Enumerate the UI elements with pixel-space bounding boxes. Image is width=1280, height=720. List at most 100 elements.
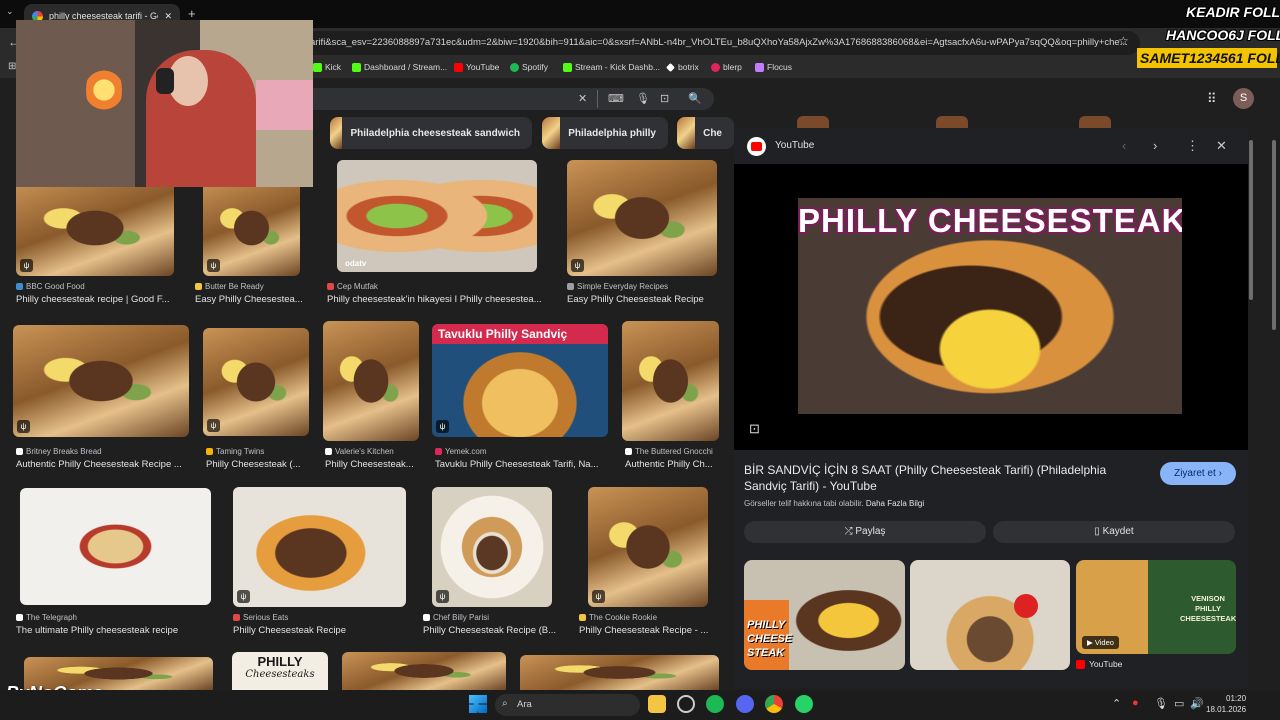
share-button[interactable]: ⤮ Paylaş [744, 521, 986, 543]
result-title[interactable]: Philly Cheesesteak Recipe - ... [579, 625, 714, 636]
result-image[interactable] [520, 655, 719, 690]
spotify-icon [510, 62, 519, 72]
result-image[interactable] [622, 321, 719, 441]
account-avatar[interactable]: S [1233, 88, 1254, 109]
result-image[interactable]: ψ [203, 180, 300, 276]
keyboard-icon[interactable]: ⌨ [608, 92, 624, 105]
panel-title[interactable]: BİR SANDVİÇ İÇİN 8 SAAT (Philly Cheesest… [744, 462, 1144, 494]
chip-che[interactable]: Che [677, 117, 734, 149]
panel-source[interactable]: YouTube [775, 140, 814, 151]
result-image[interactable]: ψ [16, 180, 174, 276]
result-image[interactable]: ψ [13, 325, 189, 437]
close-panel-icon[interactable]: ✕ [1216, 138, 1227, 154]
follow-alert-3: SAMET1234561 FOLLOW [1140, 50, 1280, 66]
site-favicon-icon [625, 448, 632, 455]
search-icon[interactable]: 🔍 [688, 92, 702, 105]
philly-sign-text: PHILLY [257, 654, 303, 669]
site-favicon-icon [16, 448, 23, 455]
bookmark-stream-kick[interactable]: Stream - Kick Dashb... [563, 62, 660, 72]
bookmark-flocus[interactable]: Flocus [755, 62, 792, 72]
bookmark-botrix[interactable]: botrix [666, 62, 699, 72]
flocus-icon [755, 62, 764, 72]
result-title[interactable]: Tavuklu Philly Cheesesteak Tarifi, Na... [435, 459, 605, 470]
new-tab-button[interactable]: + [188, 6, 196, 21]
venison-text: VENISON PHILLY CHEESESTEAK [1180, 594, 1236, 623]
result-title[interactable]: Authentic Philly Cheesesteak Recipe ... [16, 459, 188, 470]
discord-icon[interactable] [736, 695, 754, 713]
tray-app-icon[interactable]: ● [1132, 697, 1139, 709]
microphone-icon[interactable]: 🎙 [636, 92, 650, 105]
clear-search-icon[interactable]: ✕ [578, 92, 587, 105]
result-image[interactable]: ψ [203, 328, 309, 436]
previous-icon[interactable]: ‹ [1122, 138, 1126, 153]
chevron-up-icon[interactable]: ⌃ [1112, 697, 1121, 710]
video-badge: ▶ Video [1082, 636, 1119, 649]
result-title[interactable]: Easy Philly Cheesestea... [195, 294, 307, 305]
result-image[interactable]: ψ [567, 160, 717, 276]
result-source: Valerie's Kitchen [325, 447, 425, 456]
result-image[interactable] [20, 488, 211, 605]
result-title[interactable]: Philly cheesesteak'in hikayesi I Philly … [327, 294, 549, 305]
chip-philadelphia-philly[interactable]: Philadelphia philly [542, 117, 668, 149]
result-title[interactable]: Philly Cheesesteak... [325, 459, 417, 470]
result-image[interactable]: ψ [588, 487, 708, 607]
taskbar-search[interactable]: ⌕ Ara [495, 694, 640, 716]
bookmark-youtube[interactable]: YouTube [454, 62, 499, 72]
result-image[interactable]: odatv [337, 160, 537, 272]
result-title[interactable]: The ultimate Philly cheesesteak recipe [16, 625, 216, 636]
more-options-icon[interactable]: ⋮ [1186, 138, 1199, 154]
clock-time: 01:20 [1226, 694, 1247, 703]
system-clock[interactable]: 01:20 18.01.2026 [1206, 693, 1246, 715]
result-title[interactable]: Philly Cheesesteak (... [206, 459, 306, 470]
site-favicon-icon [567, 283, 574, 290]
result-image[interactable]: Tavuklu Philly Sandviç ψ [432, 324, 608, 437]
chip-thumbnail [936, 116, 968, 128]
panel-scrollbar[interactable] [1249, 140, 1253, 300]
next-icon[interactable]: › [1153, 138, 1157, 153]
result-image[interactable] [323, 321, 419, 441]
result-title[interactable]: Philly Cheesesteak Recipe (B... [423, 625, 561, 636]
result-source: Taming Twins [206, 447, 316, 456]
bookmark-dashboard[interactable]: Dashboard / Stream... [352, 62, 447, 72]
volume-icon[interactable]: 🔊 [1190, 697, 1204, 710]
spotify-icon[interactable] [706, 695, 724, 713]
github-icon[interactable] [677, 695, 695, 713]
bookmark-blerp[interactable]: blerp [711, 62, 742, 72]
bookmark-star-icon[interactable]: ☆ [1118, 34, 1129, 48]
lens-icon[interactable]: ⊡ [660, 92, 669, 105]
result-image[interactable]: ψ [233, 487, 406, 607]
result-title[interactable]: Philly Cheesesteak Recipe [233, 625, 403, 636]
tab-search-icon[interactable]: ⌄ [6, 6, 14, 17]
recipe-icon: ψ [237, 590, 250, 603]
recipe-icon: ψ [17, 420, 30, 433]
result-image[interactable]: PHILLY Cheesesteaks [232, 652, 328, 690]
result-title[interactable]: Easy Philly Cheesesteak Recipe [567, 294, 727, 305]
related-image[interactable]: PHILLY CHEESE STEAK [744, 560, 905, 670]
result-title[interactable]: Authentic Philly Ch... [625, 459, 717, 470]
result-title[interactable]: Philly cheesesteak recipe | Good F... [16, 294, 186, 305]
result-image[interactable]: ψ [432, 487, 552, 607]
save-button[interactable]: ▯ Kaydet [993, 521, 1235, 543]
preview-image[interactable]: PHILLY CHEESESTEAK [798, 198, 1182, 414]
botrix-icon [666, 62, 675, 72]
lens-search-icon[interactable]: ⊡ [749, 421, 760, 437]
webcam-overlay [16, 20, 313, 187]
chip-philadelphia-cheesesteak-sandwich[interactable]: Philadelphia cheesesteak sandwich [330, 117, 532, 149]
kick-icon [352, 62, 361, 72]
bookmark-kick[interactable]: Kick [313, 62, 341, 72]
thumbnail-title: PHILLY CHEESESTEAK [798, 202, 1182, 239]
bookmark-spotify[interactable]: Spotify [510, 62, 548, 72]
microphone-icon[interactable]: 🎙 [1154, 697, 1168, 710]
related-image[interactable] [910, 560, 1070, 670]
chrome-icon[interactable] [765, 695, 783, 713]
visit-button[interactable]: Ziyaret et › [1160, 462, 1236, 485]
file-explorer-icon[interactable] [648, 695, 666, 713]
related-image[interactable]: VENISON PHILLY CHEESESTEAK ▶ Video [1076, 560, 1236, 654]
google-apps-icon[interactable]: ⠿ [1207, 91, 1217, 107]
more-info-link[interactable]: Daha Fazla Bilgi [866, 499, 924, 508]
whatsapp-icon[interactable] [795, 695, 813, 713]
page-scrollbar[interactable] [1272, 140, 1276, 330]
result-image[interactable] [342, 652, 506, 690]
chip-thumbnail [797, 116, 829, 128]
network-icon[interactable]: ▭ [1174, 697, 1184, 710]
